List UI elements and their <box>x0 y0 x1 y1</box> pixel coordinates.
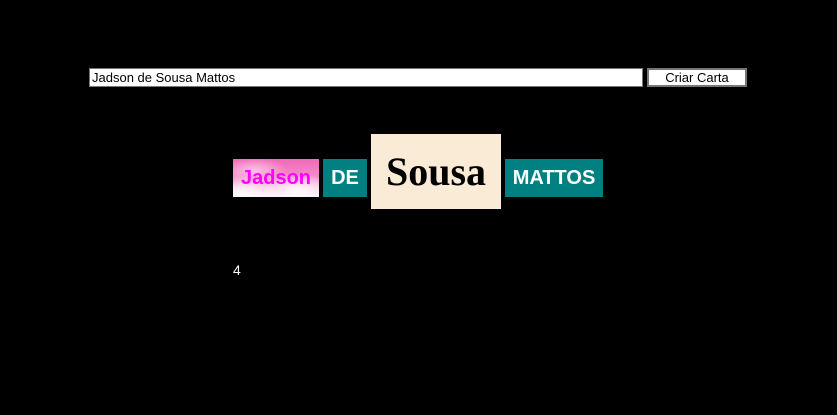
word-count: 4 <box>233 262 241 278</box>
letter-word[interactable]: MATTOS <box>505 159 603 197</box>
letter-text-input[interactable] <box>89 68 643 87</box>
create-letter-button[interactable]: Criar Carta <box>647 68 747 87</box>
letter-word[interactable]: Jadson <box>233 159 319 197</box>
app-root: Criar Carta Jadson DE Sousa MATTOS 4 <box>0 0 837 415</box>
letter-word[interactable]: DE <box>323 159 367 197</box>
letter-word[interactable]: Sousa <box>371 134 501 209</box>
